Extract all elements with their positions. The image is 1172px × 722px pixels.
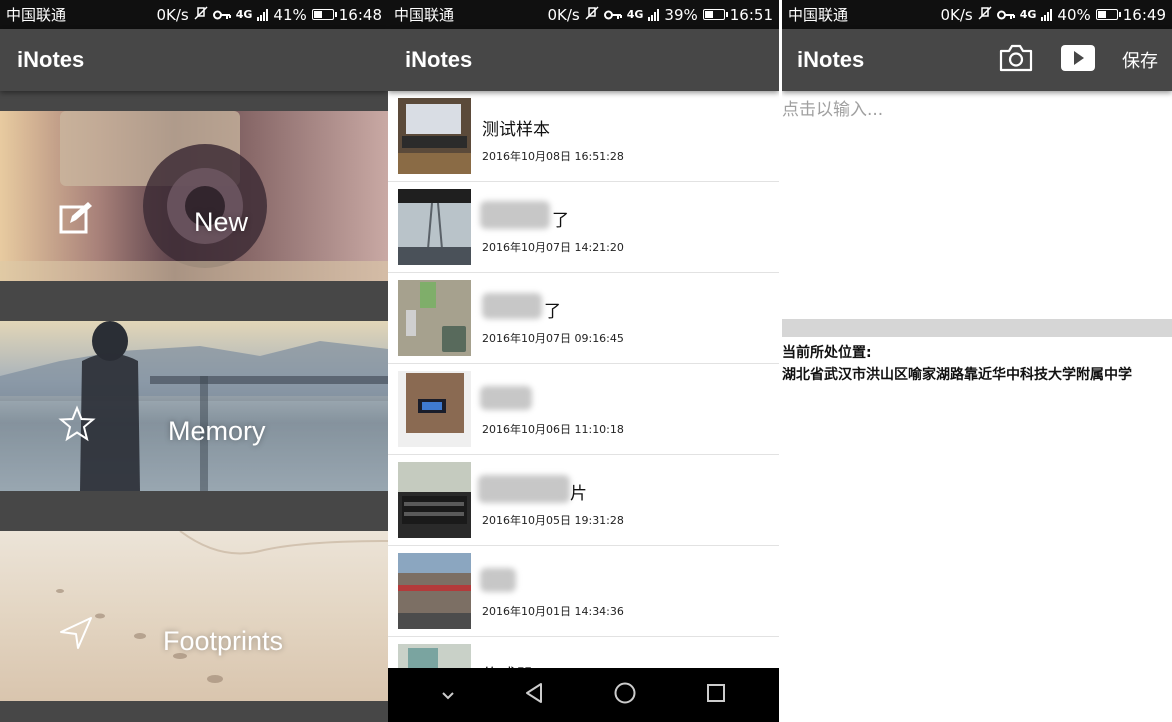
app-title: iNotes xyxy=(405,47,473,72)
network-speed: 0K/s xyxy=(547,5,580,24)
note-thumbnail xyxy=(398,98,471,174)
app-title: iNotes xyxy=(17,47,85,72)
clock: 16:49 xyxy=(1122,5,1166,24)
note-date: 2016年10月08日 16:51:28 xyxy=(482,150,624,163)
list-item[interactable]: 片 2016年10月05日 19:31:28 xyxy=(388,455,779,546)
app-bar: iNotes 保存 xyxy=(782,29,1172,91)
carrier-name: 中国联通 xyxy=(394,6,455,24)
menu-card-new[interactable]: New xyxy=(0,111,388,281)
note-title: 测试样本 xyxy=(482,120,550,140)
clock: 16:51 xyxy=(729,5,773,24)
carrier-name: 中国联通 xyxy=(6,6,67,24)
recents-square-icon[interactable] xyxy=(706,683,726,707)
signal-icon xyxy=(1041,8,1053,21)
list-item[interactable]: 2016年10月01日 14:34:36 xyxy=(388,546,779,637)
note-date: 2016年10月01日 14:34:36 xyxy=(482,605,624,618)
list-item[interactable]: 测试样本 2016年10月08日 16:51:28 xyxy=(388,91,779,182)
note-list: 测试样本 2016年10月08日 16:51:28 了 2016年10月07日 … xyxy=(388,91,779,722)
list-item[interactable]: 2016年10月06日 11:10:18 xyxy=(388,364,779,455)
note-thumbnail xyxy=(398,553,471,629)
screen-home: 中国联通 0K/s 4G 41% 16:48 iNotes New Memory… xyxy=(0,0,388,722)
mute-icon xyxy=(978,5,992,24)
key-icon xyxy=(212,6,231,24)
status-bar: 中国联通 0K/s 4G 40% 16:49 xyxy=(782,0,1172,29)
section-divider xyxy=(782,319,1172,337)
battery-icon xyxy=(311,9,337,20)
chevron-down-icon[interactable] xyxy=(441,686,455,705)
home-circle-icon[interactable] xyxy=(613,681,637,709)
signal-icon xyxy=(648,8,660,21)
system-nav-bar xyxy=(388,668,779,722)
battery-icon xyxy=(702,9,728,20)
carrier-name: 中国联通 xyxy=(788,6,849,24)
redacted-title-blur xyxy=(478,475,570,503)
redacted-title-blur xyxy=(480,568,516,592)
status-bar: 中国联通 0K/s 4G 41% 16:48 xyxy=(0,0,388,29)
menu-label-new: New xyxy=(194,207,249,237)
redacted-title-blur xyxy=(480,201,550,229)
battery-percent: 39% xyxy=(664,5,698,24)
note-editor-area[interactable]: 点击以输入... xyxy=(782,91,1172,319)
camera-photo-background xyxy=(0,111,388,281)
note-date: 2016年10月06日 11:10:18 xyxy=(482,423,624,436)
menu-label-footprints: Footprints xyxy=(163,626,284,656)
menu-card-footprints[interactable]: Footprints xyxy=(0,531,388,701)
note-title: 了 xyxy=(552,211,569,231)
battery-percent: 41% xyxy=(273,5,307,24)
network-type: 4G xyxy=(235,8,253,21)
battery-percent: 40% xyxy=(1057,5,1091,24)
signal-icon xyxy=(257,8,269,21)
editor-placeholder: 点击以输入... xyxy=(782,100,884,120)
note-thumbnail xyxy=(398,189,471,265)
network-type: 4G xyxy=(1019,8,1037,21)
note-date: 2016年10月07日 14:21:20 xyxy=(482,241,624,254)
location-address: 湖北省武汉市洪山区喻家湖路靠近华中科技大学附属中学 xyxy=(782,367,1132,383)
mute-icon xyxy=(585,5,599,24)
location-label: 当前所处位置: xyxy=(782,345,872,361)
save-button[interactable]: 保存 xyxy=(1122,47,1158,73)
note-title: 了 xyxy=(544,302,561,322)
key-icon xyxy=(603,6,622,24)
note-thumbnail xyxy=(398,280,471,356)
network-speed: 0K/s xyxy=(156,5,189,24)
screen-note-list: 中国联通 0K/s 4G 39% 16:51 iNotes 测试样本 2016年… xyxy=(388,0,779,722)
network-speed: 0K/s xyxy=(940,5,973,24)
note-title: 片 xyxy=(570,484,587,504)
app-title: iNotes xyxy=(797,47,865,72)
note-thumbnail xyxy=(398,371,471,447)
video-play-icon[interactable] xyxy=(1060,44,1096,76)
note-date: 2016年10月05日 19:31:28 xyxy=(482,514,624,527)
screen-note-editor: 中国联通 0K/s 4G 40% 16:49 iNotes 保存 点击以输入..… xyxy=(782,0,1172,722)
note-date: 2016年10月07日 09:16:45 xyxy=(482,332,624,345)
list-item[interactable]: 了 2016年10月07日 14:21:20 xyxy=(388,182,779,273)
back-triangle-icon[interactable] xyxy=(524,682,544,708)
mute-icon xyxy=(194,5,208,24)
navigation-arrow-icon xyxy=(58,615,94,655)
redacted-title-blur xyxy=(480,386,532,410)
status-bar: 中国联通 0K/s 4G 39% 16:51 xyxy=(388,0,779,29)
note-thumbnail xyxy=(398,462,471,538)
camera-icon[interactable] xyxy=(998,43,1034,77)
edit-icon xyxy=(58,199,94,239)
app-bar: iNotes xyxy=(388,29,779,91)
battery-icon xyxy=(1095,9,1121,20)
star-icon xyxy=(58,405,96,447)
menu-label-memory: Memory xyxy=(168,416,266,446)
clock: 16:48 xyxy=(338,5,382,24)
app-bar: iNotes xyxy=(0,29,388,91)
menu-card-memory[interactable]: Memory xyxy=(0,321,388,491)
list-item[interactable]: 了 2016年10月07日 09:16:45 xyxy=(388,273,779,364)
network-type: 4G xyxy=(626,8,644,21)
key-icon xyxy=(996,6,1015,24)
redacted-title-blur xyxy=(482,293,542,319)
